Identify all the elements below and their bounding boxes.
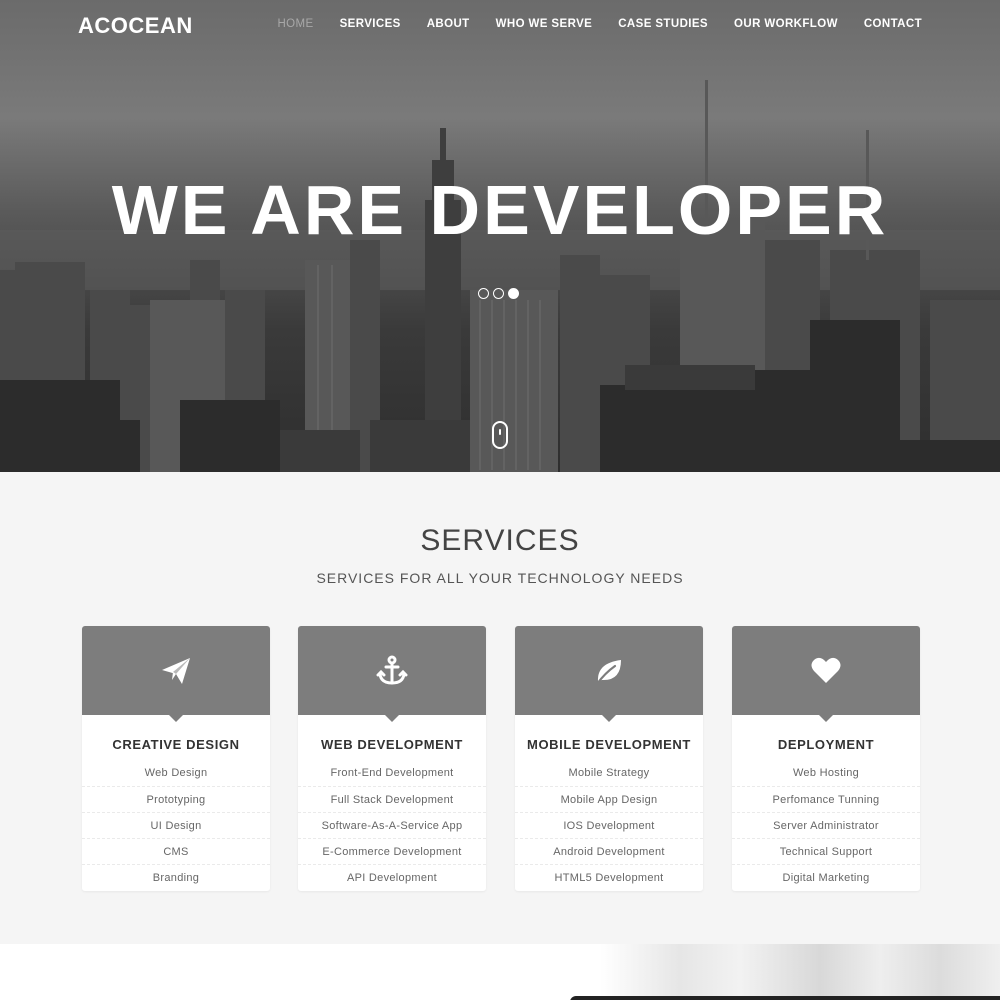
- card-list: Front-End Development Full Stack Develop…: [298, 760, 486, 890]
- slider-dot-1[interactable]: [478, 288, 489, 299]
- list-item: UI Design: [82, 812, 270, 838]
- hero-title: WE ARE DEVELOPER: [111, 171, 889, 249]
- list-item: HTML5 Development: [515, 864, 703, 890]
- services-section: SERVICES SERVICES FOR ALL YOUR TECHNOLOG…: [0, 472, 1000, 944]
- anchor-icon: [375, 654, 409, 688]
- card-list: Web Hosting Perfomance Tunning Server Ad…: [732, 760, 920, 890]
- device-mockup-edge: [570, 996, 1000, 1000]
- section-subtitle: SERVICES FOR ALL YOUR TECHNOLOGY NEEDS: [316, 570, 684, 586]
- list-item: Technical Support: [732, 838, 920, 864]
- list-item: API Development: [298, 864, 486, 890]
- card-header: [298, 626, 486, 722]
- nav-item-who-we-serve[interactable]: WHO WE SERVE: [496, 18, 593, 30]
- card-title: WEB DEVELOPMENT: [321, 737, 463, 752]
- list-item: Front-End Development: [330, 767, 454, 779]
- list-item: Web Design: [144, 767, 208, 779]
- slider-dot-3[interactable]: [508, 288, 519, 299]
- card-list: Mobile Strategy Mobile App Design IOS De…: [515, 760, 703, 890]
- nav-item-services[interactable]: SERVICES: [340, 18, 401, 30]
- section-title: SERVICES: [420, 524, 580, 557]
- paper-plane-icon: [159, 654, 193, 688]
- mouse-scroll-icon[interactable]: [492, 421, 508, 449]
- heart-icon: [809, 654, 843, 688]
- next-section-preview: [0, 944, 1000, 1000]
- list-item: Web Hosting: [792, 767, 860, 779]
- card-header: [732, 626, 920, 722]
- list-item: Perfomance Tunning: [732, 786, 920, 812]
- list-item: CMS: [82, 838, 270, 864]
- card-header: [515, 626, 703, 722]
- nav-item-case-studies[interactable]: CASE STUDIES: [618, 18, 708, 30]
- card-title: MOBILE DEVELOPMENT: [527, 737, 691, 752]
- list-item: Digital Marketing: [732, 864, 920, 890]
- list-item: Mobile Strategy: [568, 767, 650, 779]
- nav-menu: HOME SERVICES ABOUT WHO WE SERVE CASE ST…: [277, 18, 922, 30]
- service-card-creative-design: CREATIVE DESIGN Web Design Prototyping U…: [82, 626, 270, 891]
- card-list: Web Design Prototyping UI Design CMS Bra…: [82, 760, 270, 890]
- nav-item-contact[interactable]: CONTACT: [864, 18, 922, 30]
- hero-section: ACOCEAN HOME SERVICES ABOUT WHO WE SERVE…: [0, 0, 1000, 472]
- blurred-photo: [600, 944, 1000, 1000]
- card-title: DEPLOYMENT: [777, 737, 875, 752]
- slider-pagination: [478, 288, 519, 299]
- list-item: Software-As-A-Service App: [298, 812, 486, 838]
- list-item: Mobile App Design: [515, 786, 703, 812]
- service-card-mobile-development: MOBILE DEVELOPMENT Mobile Strategy Mobil…: [515, 626, 703, 891]
- list-item: Full Stack Development: [298, 786, 486, 812]
- list-item: Branding: [82, 864, 270, 890]
- service-card-deployment: DEPLOYMENT Web Hosting Perfomance Tunnin…: [732, 626, 920, 891]
- list-item: IOS Development: [515, 812, 703, 838]
- card-title: CREATIVE DESIGN: [112, 737, 240, 752]
- card-header: [82, 626, 270, 722]
- leaf-icon: [592, 654, 626, 688]
- nav-item-our-workflow[interactable]: OUR WORKFLOW: [734, 18, 838, 30]
- list-item: Android Development: [515, 838, 703, 864]
- nav-item-home[interactable]: HOME: [277, 18, 313, 30]
- nav-item-about[interactable]: ABOUT: [427, 18, 470, 30]
- brand-logo[interactable]: ACOCEAN: [78, 13, 193, 39]
- top-navigation: ACOCEAN HOME SERVICES ABOUT WHO WE SERVE…: [0, 0, 1000, 50]
- list-item: E-Commerce Development: [298, 838, 486, 864]
- slider-dot-2[interactable]: [493, 288, 504, 299]
- list-item: Server Administrator: [732, 812, 920, 838]
- service-card-web-development: WEB DEVELOPMENT Front-End Development Fu…: [298, 626, 486, 891]
- list-item: Prototyping: [82, 786, 270, 812]
